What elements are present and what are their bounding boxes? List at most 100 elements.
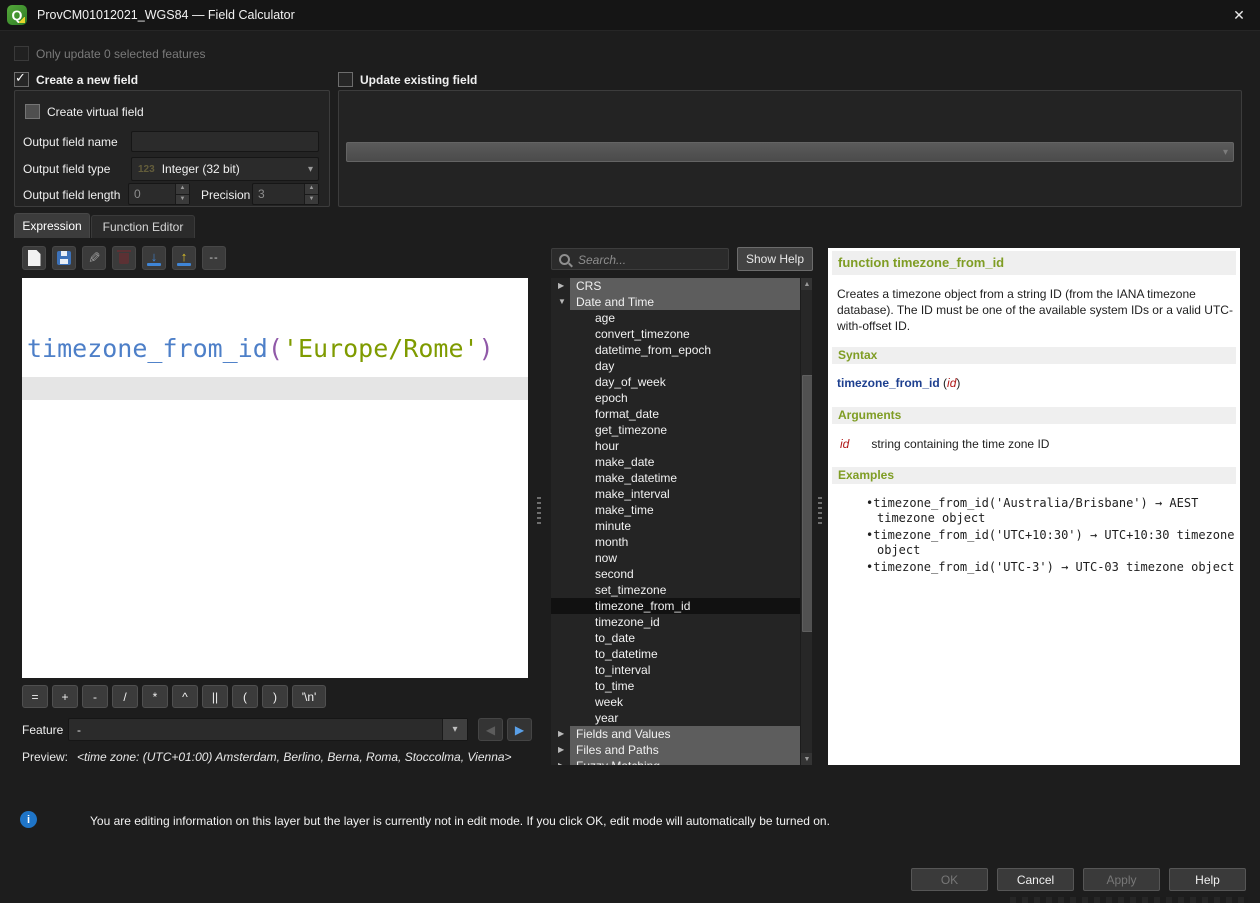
preview-label: Preview: bbox=[22, 750, 68, 764]
tab-function-editor[interactable]: Function Editor bbox=[91, 215, 195, 238]
function-item-row[interactable]: convert_timezone bbox=[551, 326, 800, 342]
function-group-row[interactable]: ▶Files and Paths bbox=[551, 742, 800, 758]
operator-button[interactable]: ^ bbox=[172, 685, 198, 708]
function-item-row[interactable]: datetime_from_epoch bbox=[551, 342, 800, 358]
function-label: age bbox=[595, 311, 615, 325]
left-splitter-handle[interactable] bbox=[537, 497, 542, 524]
feature-select[interactable]: - ▾ bbox=[68, 718, 468, 741]
expander-collapsed-icon[interactable]: ▶ bbox=[558, 726, 564, 742]
expander-collapsed-icon[interactable]: ▶ bbox=[558, 758, 564, 765]
operator-button[interactable]: - bbox=[82, 685, 108, 708]
argument-name: id bbox=[840, 437, 849, 451]
ok-button: OK bbox=[911, 868, 988, 891]
function-item-row[interactable]: make_interval bbox=[551, 486, 800, 502]
show-help-button[interactable]: Show Help bbox=[737, 247, 813, 271]
scroll-up-icon[interactable]: ▲ bbox=[801, 278, 812, 290]
help-syntax-line: timezone_from_id (id) bbox=[837, 376, 960, 390]
function-item-row[interactable]: to_interval bbox=[551, 662, 800, 678]
expander-collapsed-icon[interactable]: ▶ bbox=[558, 278, 564, 294]
precision-stepper[interactable]: 3 ▲▼ bbox=[252, 183, 319, 205]
save-expression-button[interactable] bbox=[52, 246, 76, 270]
update-existing-field-checkbox[interactable] bbox=[338, 72, 353, 87]
operator-button[interactable]: * bbox=[142, 685, 168, 708]
spin-down-icon[interactable]: ▼ bbox=[176, 195, 189, 205]
function-group-row[interactable]: ▼Date and Time bbox=[551, 294, 800, 310]
export-expression-button[interactable]: ↑ bbox=[172, 246, 196, 270]
edit-mode-warning: You are editing information on this laye… bbox=[90, 814, 1210, 828]
spin-down-icon[interactable]: ▼ bbox=[305, 195, 318, 205]
argument-description: string containing the time zone ID bbox=[871, 437, 1049, 451]
function-item-row[interactable]: day bbox=[551, 358, 800, 374]
operator-button[interactable]: / bbox=[112, 685, 138, 708]
group-label: Date and Time bbox=[570, 294, 800, 310]
right-splitter-handle[interactable] bbox=[818, 497, 823, 524]
function-item-row[interactable]: to_time bbox=[551, 678, 800, 694]
output-field-type-select[interactable]: 123 Integer (32 bit) ▾ bbox=[131, 157, 319, 181]
operator-button[interactable]: ( bbox=[232, 685, 258, 708]
function-group-row[interactable]: ▶Fuzzy Matching bbox=[551, 758, 800, 765]
function-item-row[interactable]: now bbox=[551, 550, 800, 566]
function-item-row[interactable]: hour bbox=[551, 438, 800, 454]
import-expression-button[interactable]: ↓ bbox=[142, 246, 166, 270]
scrollbar-thumb[interactable] bbox=[802, 375, 812, 632]
function-item-row[interactable]: make_datetime bbox=[551, 470, 800, 486]
edit-expression-icon: ✎ bbox=[88, 249, 101, 267]
operator-button[interactable]: || bbox=[202, 685, 228, 708]
search-icon bbox=[559, 254, 570, 265]
create-new-field-checkbox[interactable]: ✓ bbox=[14, 72, 29, 87]
output-field-length-stepper[interactable]: 0 ▲▼ bbox=[128, 183, 190, 205]
function-item-row[interactable]: to_datetime bbox=[551, 646, 800, 662]
function-item-row[interactable]: get_timezone bbox=[551, 422, 800, 438]
function-group-row[interactable]: ▶Fields and Values bbox=[551, 726, 800, 742]
expression-editor[interactable]: timezone_from_id('Europe/Rome') bbox=[22, 278, 528, 678]
function-item-row[interactable]: minute bbox=[551, 518, 800, 534]
function-item-row[interactable]: age bbox=[551, 310, 800, 326]
function-item-row[interactable]: make_time bbox=[551, 502, 800, 518]
next-feature-button[interactable]: ▶ bbox=[507, 718, 532, 741]
operator-button[interactable]: + bbox=[52, 685, 78, 708]
function-search[interactable] bbox=[551, 248, 729, 270]
new-expression-button[interactable] bbox=[22, 246, 46, 270]
help-button[interactable]: Help bbox=[1169, 868, 1246, 891]
only-update-checkbox bbox=[14, 46, 29, 61]
function-item-row[interactable]: timezone_id bbox=[551, 614, 800, 630]
precision-value: 3 bbox=[253, 184, 304, 204]
function-item-row[interactable]: timezone_from_id bbox=[551, 598, 800, 614]
chevron-down-icon[interactable]: ▾ bbox=[442, 719, 467, 740]
function-tree-scrollbar[interactable]: ▲ ▼ bbox=[800, 278, 812, 765]
group-label: CRS bbox=[570, 278, 800, 294]
operator-button[interactable]: = bbox=[22, 685, 48, 708]
close-icon[interactable]: ✕ bbox=[1230, 6, 1248, 24]
function-item-row[interactable]: format_date bbox=[551, 406, 800, 422]
function-item-row[interactable]: day_of_week bbox=[551, 374, 800, 390]
function-item-row[interactable]: year bbox=[551, 710, 800, 726]
function-label: to_interval bbox=[595, 663, 650, 677]
existing-field-select: ▾ bbox=[346, 142, 1234, 162]
function-group-row[interactable]: ▶ CRS bbox=[551, 278, 800, 294]
function-item-row[interactable]: set_timezone bbox=[551, 582, 800, 598]
operator-button[interactable]: ) bbox=[262, 685, 288, 708]
expander-expanded-icon[interactable]: ▼ bbox=[558, 294, 566, 310]
function-item-row[interactable]: make_date bbox=[551, 454, 800, 470]
expression-token-paren: ) bbox=[479, 334, 494, 363]
spin-up-icon[interactable]: ▲ bbox=[305, 184, 318, 195]
spin-up-icon[interactable]: ▲ bbox=[176, 184, 189, 195]
function-label: day_of_week bbox=[595, 375, 666, 389]
search-input[interactable] bbox=[576, 250, 728, 270]
function-item-row[interactable]: epoch bbox=[551, 390, 800, 406]
function-item-row[interactable]: month bbox=[551, 534, 800, 550]
tab-expression[interactable]: Expression bbox=[14, 213, 90, 238]
operator-button[interactable]: '\n' bbox=[292, 685, 326, 708]
create-virtual-field-checkbox[interactable] bbox=[25, 104, 40, 119]
function-item-row[interactable]: second bbox=[551, 566, 800, 582]
output-field-name-input[interactable] bbox=[131, 131, 319, 152]
expression-token-function: timezone_from_id bbox=[27, 334, 268, 363]
function-label: make_date bbox=[595, 455, 654, 469]
function-item-row[interactable]: week bbox=[551, 694, 800, 710]
scroll-down-icon[interactable]: ▼ bbox=[801, 753, 812, 765]
recent-expressions-button[interactable]: -- bbox=[202, 246, 226, 270]
cancel-button[interactable]: Cancel bbox=[997, 868, 1074, 891]
update-existing-field-label: Update existing field bbox=[360, 73, 477, 87]
function-item-row[interactable]: to_date bbox=[551, 630, 800, 646]
expander-collapsed-icon[interactable]: ▶ bbox=[558, 742, 564, 758]
